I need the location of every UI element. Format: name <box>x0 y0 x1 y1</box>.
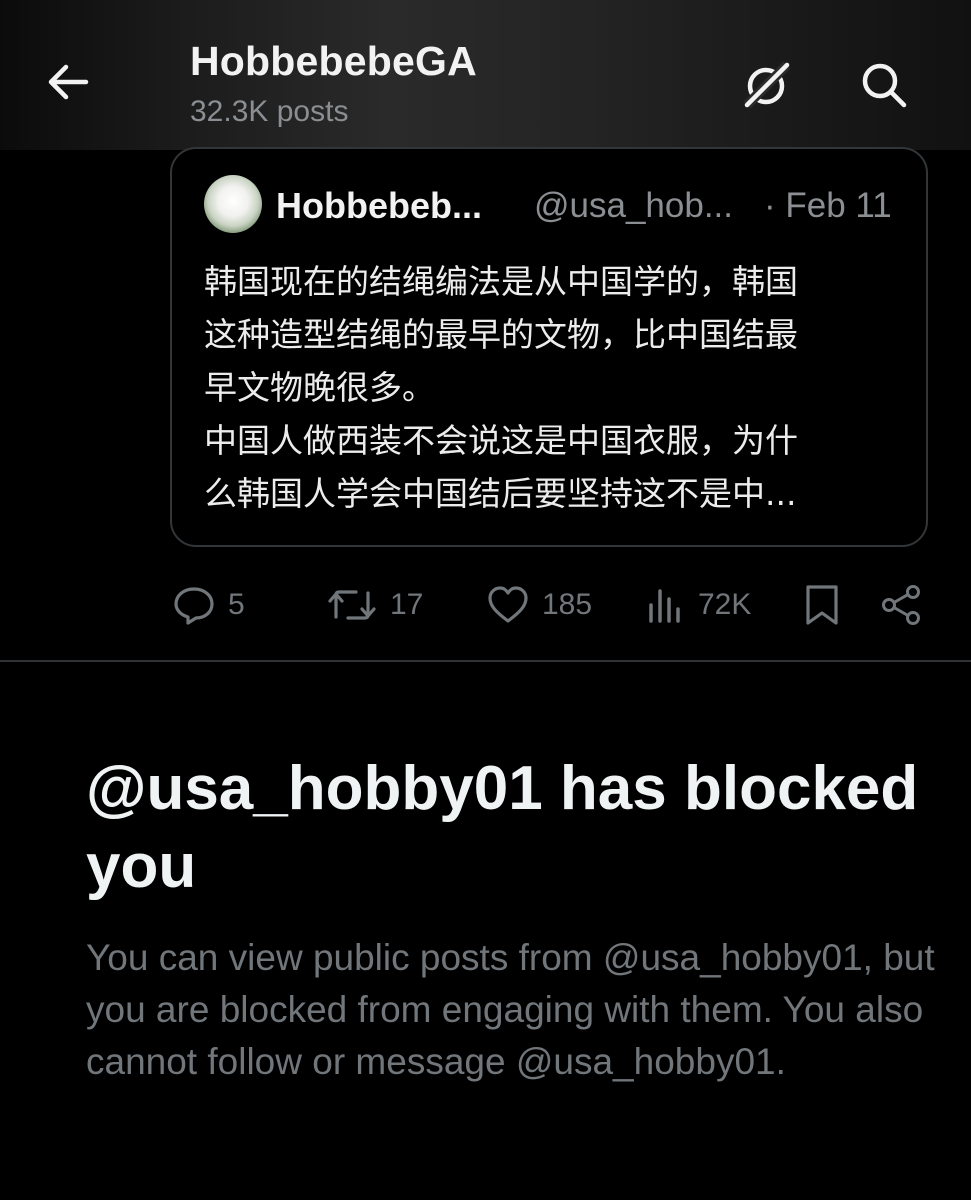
profile-header: HobbebebeGA 32.3K posts <box>0 0 971 150</box>
repost-button[interactable]: 17 <box>326 575 423 635</box>
reply-icon <box>172 585 216 625</box>
bookmark-icon <box>802 583 842 627</box>
quote-body: 韩国现在的结绳编法是从中国学的，韩国 这种造型结绳的最早的文物，比中国结最 早文… <box>204 255 904 520</box>
reply-count: 5 <box>228 588 245 621</box>
quote-body-line: 这种造型结绳的最早的文物，比中国结最 <box>204 315 798 354</box>
post-action-bar: 5 17 185 72K <box>0 575 971 635</box>
quote-body-line: 中国人做西装不会说这是中国衣服，为什 <box>204 421 798 460</box>
quote-date: · Feb 11 <box>764 186 892 225</box>
repost-count: 17 <box>390 588 424 621</box>
arrow-left-icon <box>46 62 90 102</box>
divider <box>0 660 971 662</box>
repost-icon <box>326 585 378 625</box>
post-count: 32.3K posts <box>190 95 349 128</box>
blocked-notice-title: @usa_hobby01 has blocked you <box>86 754 919 901</box>
grok-icon <box>741 59 793 111</box>
quote-author-handle: @usa_hob... <box>534 186 733 225</box>
blocked-notice-description: You can view public posts from @usa_hobb… <box>86 937 935 1082</box>
profile-page: HobbebebeGA 32.3K posts Hobbebeb... @usa… <box>0 0 971 1200</box>
quote-body-line: 韩国现在的结绳编法是从中国学的，韩国 <box>204 262 798 301</box>
back-button[interactable] <box>44 58 92 106</box>
avatar[interactable] <box>204 175 262 233</box>
quoted-post-card[interactable]: Hobbebeb... @usa_hob... · Feb 11 韩国现在的结绳… <box>170 147 928 547</box>
bookmark-button[interactable] <box>802 575 842 635</box>
grok-button[interactable] <box>738 56 796 114</box>
quote-author-name: Hobbebeb... <box>276 185 482 226</box>
search-button[interactable] <box>855 56 913 114</box>
like-count: 185 <box>542 588 593 621</box>
quote-body-line: 么韩国人学会中国结后要坚持这不是中... <box>204 474 797 513</box>
view-count: 72K <box>698 588 752 621</box>
share-button[interactable] <box>880 575 924 635</box>
heart-icon <box>486 585 530 625</box>
views-button[interactable]: 72K <box>646 575 751 635</box>
reply-button[interactable]: 5 <box>172 575 245 635</box>
like-button[interactable]: 185 <box>486 575 592 635</box>
header-title: HobbebebeGA <box>190 38 477 84</box>
analytics-icon <box>646 585 686 625</box>
share-icon <box>880 583 924 627</box>
search-icon <box>860 61 908 109</box>
quote-body-line: 早文物晚很多。 <box>204 368 435 407</box>
